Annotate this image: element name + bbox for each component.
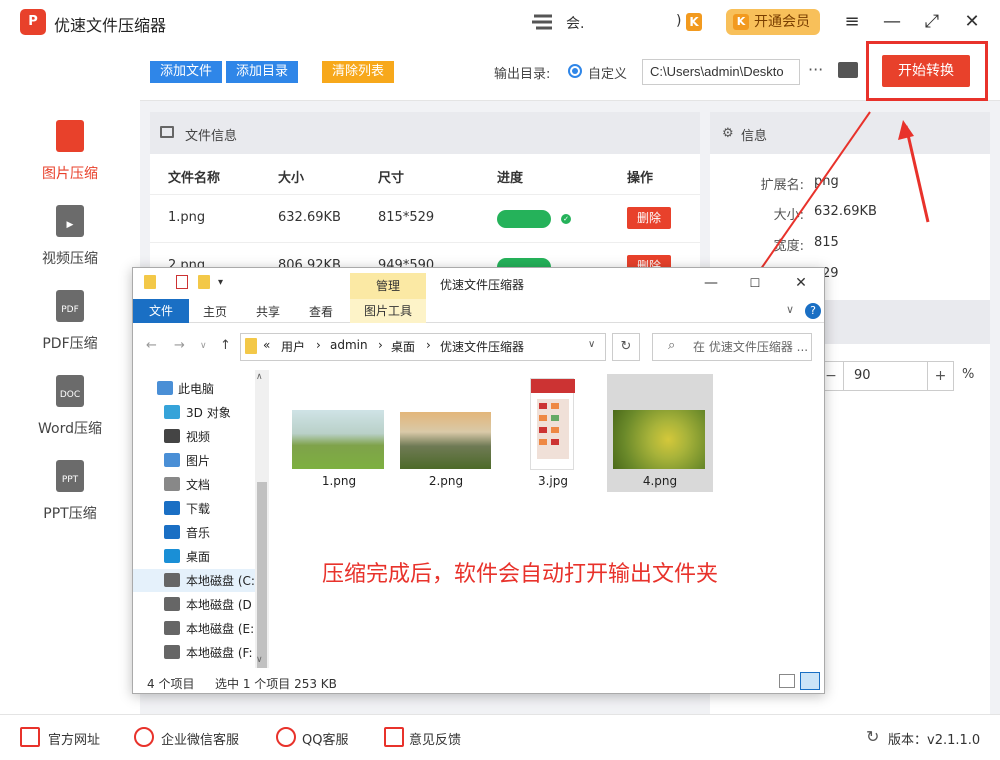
quick-access-dropdown-icon[interactable]: ▾ [218,277,223,288]
website-link[interactable]: 官方网址 [48,729,100,748]
tab-share[interactable]: 共享 [256,303,280,320]
address-folder-icon [245,338,257,354]
refresh-button[interactable]: ↻ [612,333,640,361]
properties-icon[interactable] [176,275,188,289]
wechat-icon[interactable] [134,727,154,747]
nav-item-11[interactable]: 本地磁盘 (F: [186,644,253,661]
update-icon[interactable]: ↻ [866,727,879,746]
breadcrumb-part[interactable]: « [263,338,270,352]
breadcrumb-part[interactable]: 用户 [281,338,305,355]
tab-file[interactable]: 文件 [133,299,189,323]
ribbon-expand-icon[interactable]: ∨ [786,303,794,316]
version-label: 版本：v2.1.1.0 [888,733,981,748]
annotation-text: 压缩完成后，软件会自动打开输出文件夹 [322,562,719,587]
explorer-minimize-button[interactable]: — [700,272,722,294]
address-dropdown-icon[interactable]: ∨ [588,339,595,350]
breadcrumb-part[interactable]: 桌面 [391,338,415,355]
breadcrumb-part[interactable]: › [426,338,431,352]
nav-item-7-icon [164,549,180,563]
breadcrumb-part[interactable]: › [378,338,383,352]
nav-item-9[interactable]: 本地磁盘 (D [186,596,252,613]
arrow-line-to-start [904,125,930,223]
nav-item-11-icon [164,645,180,659]
tab-view[interactable]: 查看 [309,303,333,320]
nav-item-5-icon [164,501,180,515]
feedback-link[interactable]: 意见反馈 [409,729,461,748]
nav-item-2-icon [164,429,180,443]
feedback-icon[interactable] [384,727,404,747]
nav-item-6[interactable]: 音乐 [186,524,210,541]
nav-item-0[interactable]: 此电脑 [178,380,214,397]
nav-item-4[interactable]: 文档 [186,476,210,493]
thumbnail-2[interactable] [400,412,491,469]
new-folder-icon[interactable] [198,275,210,289]
nav-item-9-icon [164,597,180,611]
search-input[interactable]: 在 优速文件压缩器 ... [652,333,812,361]
manage-tab[interactable]: 管理 [350,273,426,299]
wechat-support-link[interactable]: 企业微信客服 [161,729,239,748]
qq-icon[interactable] [276,727,296,747]
thumbnail-4[interactable] [613,410,705,469]
explorer-close-button[interactable]: ✕ [790,272,812,294]
nav-item-8[interactable]: 本地磁盘 (C: [186,572,255,589]
breadcrumb-part[interactable]: › [316,338,321,352]
back-arrow-icon[interactable]: ← [146,338,157,353]
breadcrumb-part[interactable]: admin [330,338,368,352]
nav-item-6-icon [164,525,180,539]
nav-item-2[interactable]: 视频 [186,428,210,445]
website-icon[interactable] [20,727,40,747]
search-icon: ⌕ [668,338,676,353]
scroll-down-icon[interactable]: ∨ [256,655,263,665]
nav-item-10[interactable]: 本地磁盘 (E: [186,620,254,637]
help-icon[interactable]: ? [805,303,821,319]
nav-item-7[interactable]: 桌面 [186,548,210,565]
file-name-4[interactable]: 4.png [610,474,710,488]
tab-picture-tools[interactable]: 图片工具 [350,299,426,323]
nav-item-5[interactable]: 下载 [186,500,210,517]
forward-arrow-icon[interactable]: → [174,338,185,353]
nav-scrollbar-thumb[interactable] [257,482,267,668]
explorer-maximize-button[interactable]: ☐ [744,272,766,294]
nav-item-1[interactable]: 3D 对象 [186,404,231,421]
nav-item-3[interactable]: 图片 [186,452,210,469]
arrow-head-to-start [898,120,914,140]
thumbnail-1[interactable] [292,410,384,469]
explorer-title: 优速文件压缩器 [440,278,525,292]
file-name-2[interactable]: 2.png [396,474,496,488]
recent-dropdown-icon[interactable]: ∨ [200,341,207,351]
nav-item-1-icon [164,405,180,419]
quick-folder-icon[interactable] [144,275,156,289]
status-item-count: 4 个项目 [147,677,195,691]
tab-home[interactable]: 主页 [203,303,227,320]
nav-item-10-icon [164,621,180,635]
file-name-1[interactable]: 1.png [289,474,389,488]
nav-item-4-icon [164,477,180,491]
thumbnail-3[interactable] [530,378,575,470]
nav-item-3-icon [164,453,180,467]
file-name-3[interactable]: 3.jpg [503,474,603,488]
explorer-ribbon [133,299,824,323]
details-view-icon[interactable] [779,674,795,688]
large-icons-view-icon[interactable] [800,672,820,690]
qq-support-link[interactable]: QQ客服 [302,729,348,748]
scroll-up-icon[interactable]: ∧ [256,372,263,382]
status-selected: 选中 1 个项目 253 KB [215,677,337,691]
nav-item-0-icon [157,381,173,395]
nav-item-8-icon [164,573,180,587]
up-arrow-icon[interactable]: ↑ [220,338,231,353]
breadcrumb-part[interactable]: 优速文件压缩器 [440,338,524,355]
